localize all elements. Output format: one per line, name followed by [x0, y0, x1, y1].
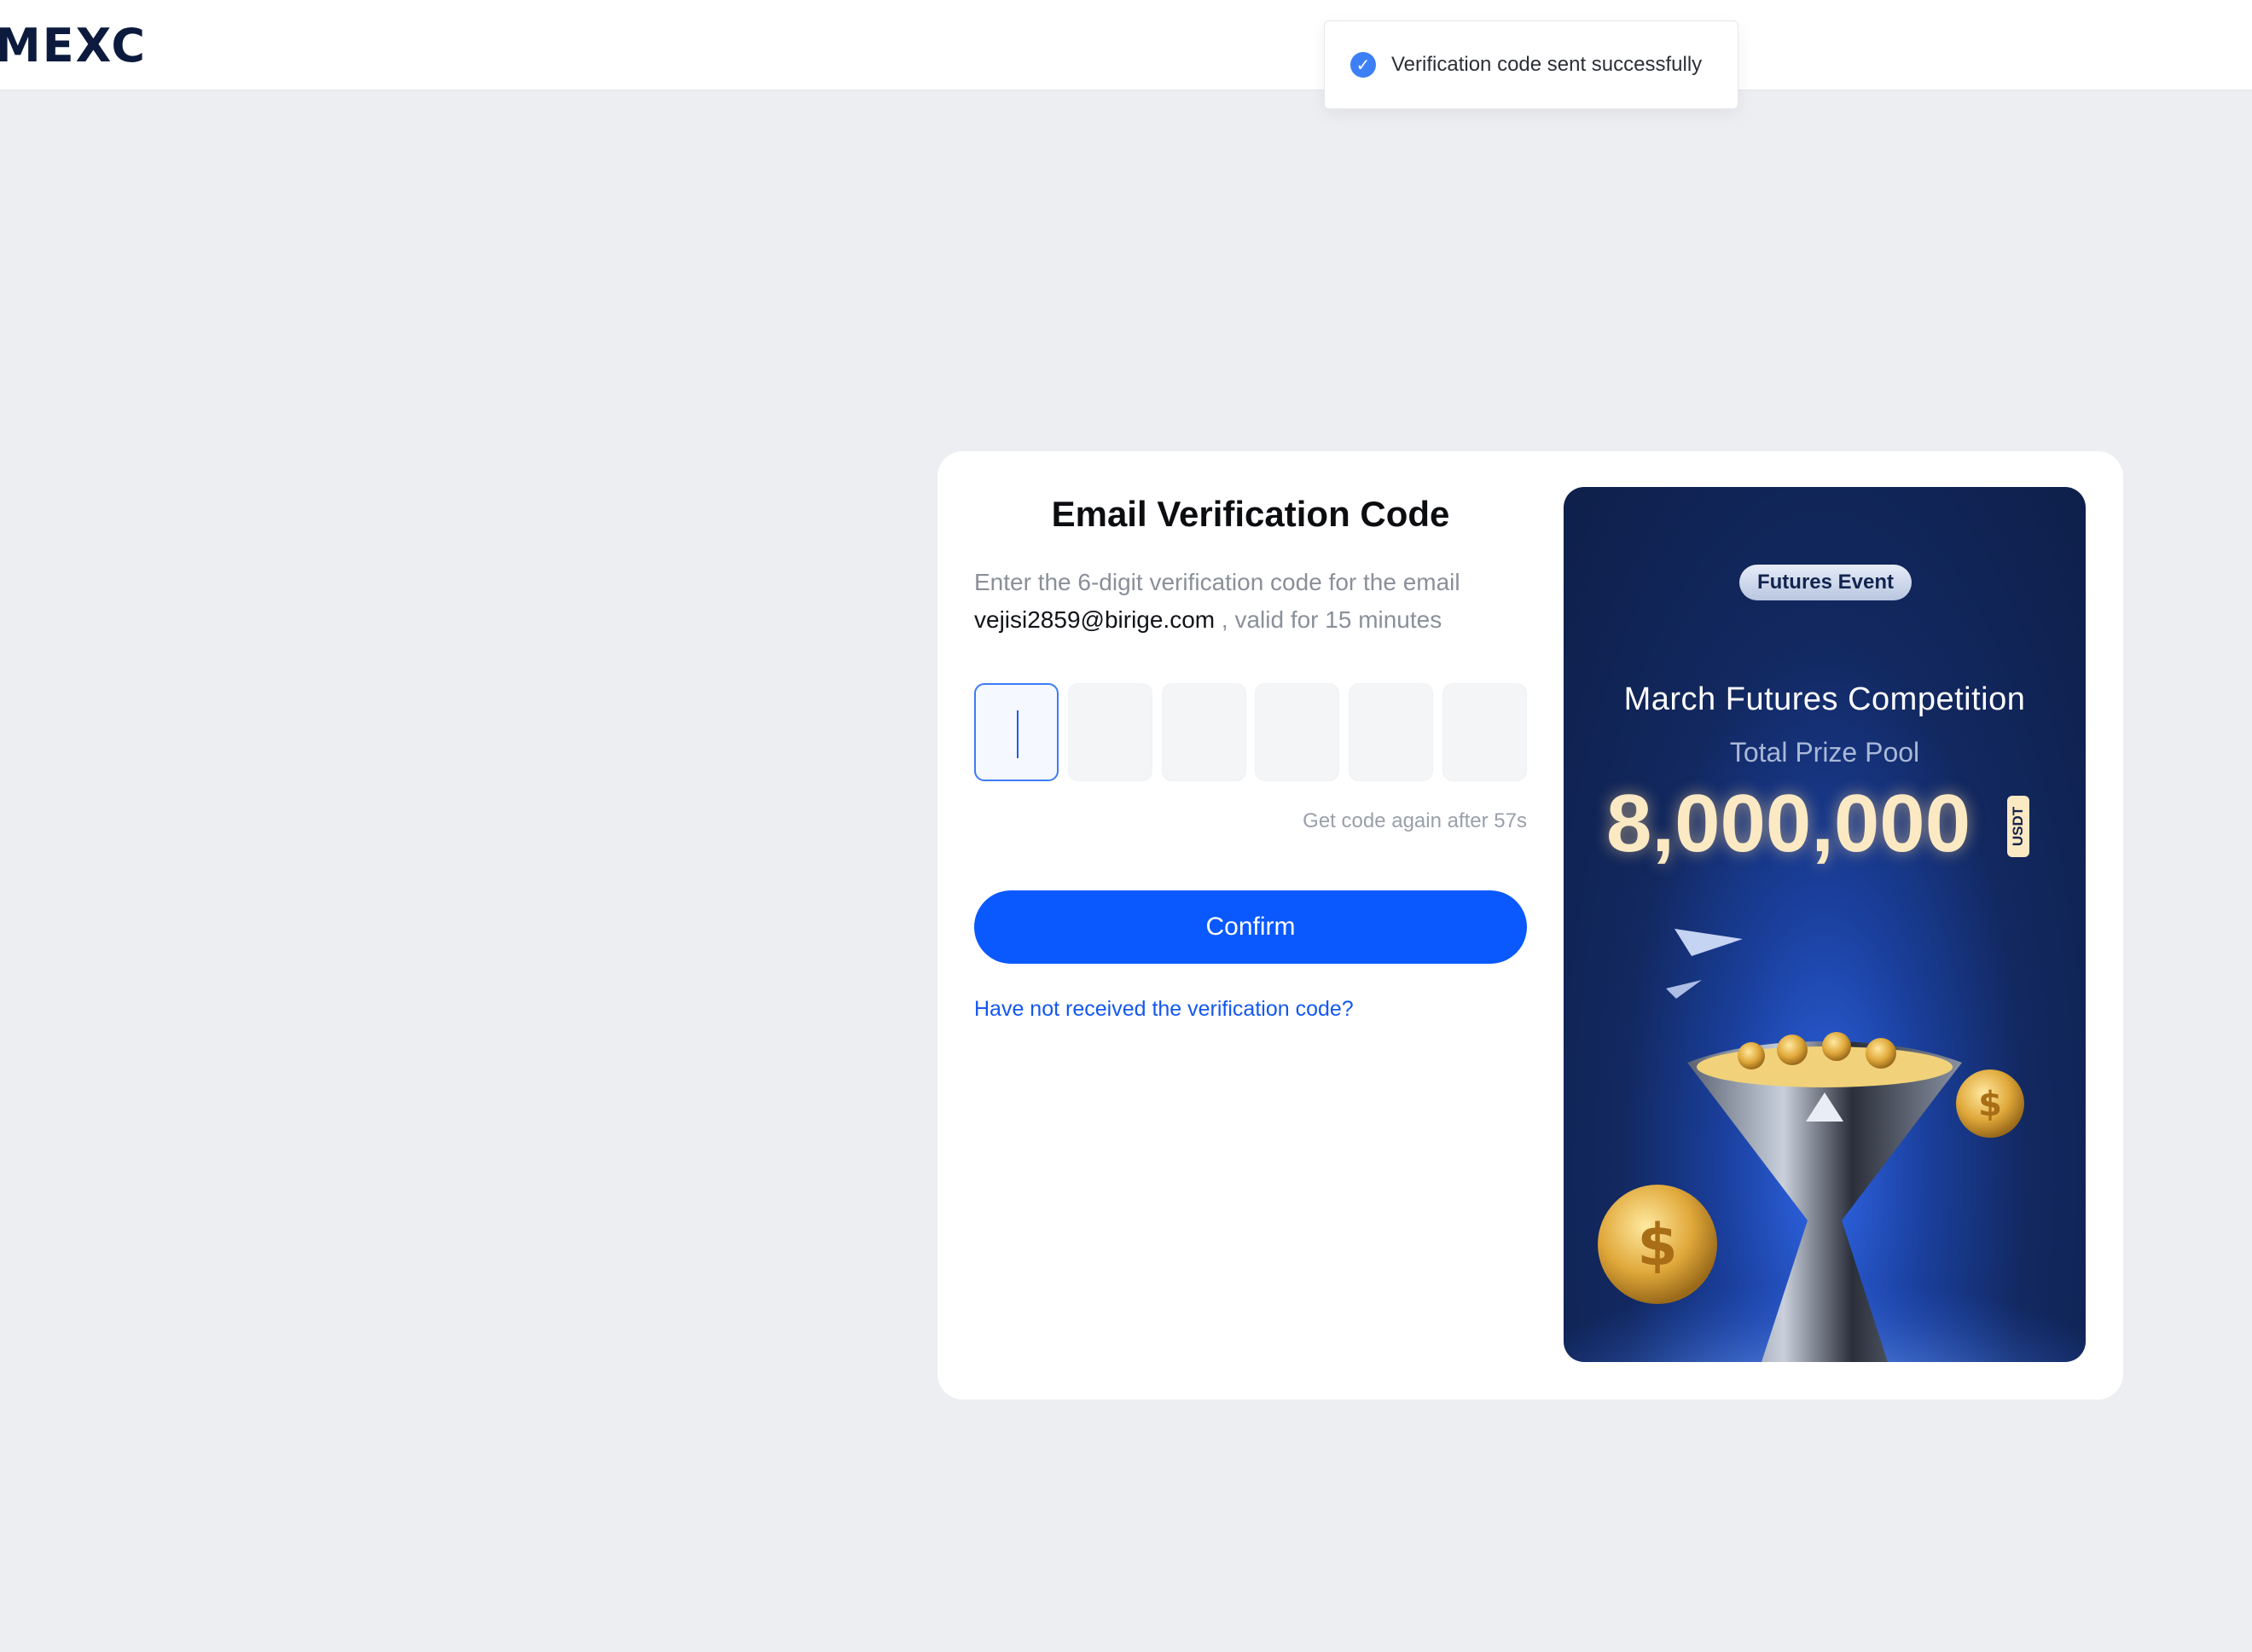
page-title: Email Verification Code — [1051, 494, 1450, 534]
code-digit-1[interactable] — [974, 683, 1059, 781]
promo-banner[interactable]: Futures Event March Futures Competition … — [1564, 487, 2086, 1362]
promo-title: March Futures Competition — [1623, 681, 2026, 717]
code-digit-2[interactable] — [1067, 683, 1152, 781]
paper-plane-icon — [1666, 980, 1702, 999]
code-digit-5[interactable] — [1349, 683, 1434, 781]
resend-countdown: Get code again after 57s — [1303, 809, 1527, 832]
mexc-logo[interactable]: MEXC — [0, 19, 147, 72]
success-toast: ✓ Verification code sent successfully — [1324, 20, 1738, 109]
prize-unit-text: USDT — [2010, 806, 2026, 847]
instruction-suffix: , valid for 15 minutes — [1221, 606, 1442, 633]
prize-unit: USDT — [2007, 796, 2029, 857]
text-cursor — [1017, 710, 1019, 758]
promo-subtitle: Total Prize Pool — [1729, 737, 1920, 768]
code-input-group — [974, 683, 1527, 781]
coin-symbol: $ — [1978, 1085, 2002, 1124]
paper-plane-icon — [1674, 929, 1743, 956]
email-address: vejisi2859@birige.com — [974, 606, 1216, 633]
coin — [1866, 1038, 1896, 1069]
instruction-prefix: Enter the 6-digit verification code for … — [974, 569, 1460, 595]
top-navigation-bar: MEXC — [0, 0, 2252, 90]
prize-amount: 8,000,000 — [1606, 778, 1971, 869]
code-digit-4[interactable] — [1255, 683, 1340, 781]
coin — [1822, 1032, 1851, 1061]
confirm-button[interactable]: Confirm — [974, 890, 1527, 964]
toast-message: Verification code sent successfully — [1391, 53, 1703, 76]
check-circle-icon: ✓ — [1350, 52, 1376, 78]
futures-event-badge: Futures Event — [1739, 565, 1912, 600]
coin-symbol: $ — [1637, 1212, 1677, 1279]
code-digit-6[interactable] — [1442, 683, 1527, 781]
instruction-text: Enter the 6-digit verification code for … — [974, 564, 1537, 639]
coin — [1777, 1035, 1808, 1065]
trophy-illustration: $ $ — [1564, 929, 2086, 1362]
verification-card: Email Verification Code Enter the 6-digi… — [937, 451, 2123, 1400]
coin — [1738, 1042, 1765, 1069]
code-digit-3[interactable] — [1161, 683, 1246, 781]
not-received-link[interactable]: Have not received the verification code? — [974, 997, 1354, 1022]
